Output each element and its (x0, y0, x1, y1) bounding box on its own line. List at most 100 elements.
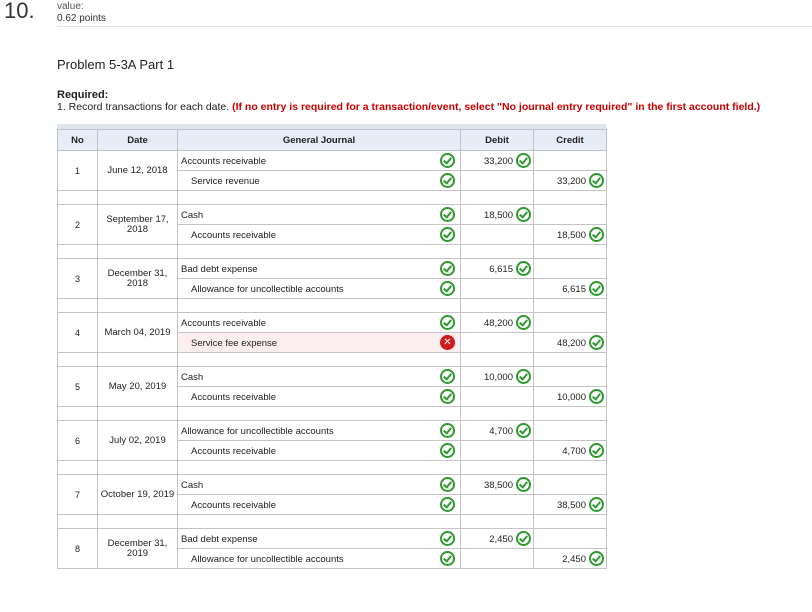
debit-account-cell[interactable]: Accounts receivable (178, 151, 460, 170)
credit-account-cell[interactable]: Accounts receivable (178, 495, 460, 514)
credit-amount-field[interactable]: 10,000 (533, 386, 607, 407)
entry-number: 1 (57, 150, 98, 191)
debit-amount-field[interactable]: 10,000 (460, 366, 534, 387)
debit-amount-field[interactable]: 33,200 (460, 150, 534, 171)
credit-account-cell[interactable]: Accounts receivable (178, 441, 460, 460)
debit-amount-field[interactable]: 6,615 (460, 258, 534, 279)
debit-amount-field-empty[interactable] (460, 494, 534, 515)
credit-amount-field-empty[interactable] (533, 150, 607, 171)
debit-account-field[interactable]: Allowance for uncollectible accounts (177, 420, 461, 441)
credit-amount-cell[interactable]: 4,700 (534, 441, 606, 460)
credit-amount-field-empty[interactable] (533, 258, 607, 279)
debit-account-cell[interactable]: Bad debt expense (178, 259, 460, 278)
credit-amount-cell[interactable]: 48,200 (534, 333, 606, 352)
credit-account-cell[interactable]: Accounts receivable (178, 387, 460, 406)
credit-amount-field-empty[interactable] (533, 474, 607, 495)
credit-amount-field[interactable]: 48,200 (533, 332, 607, 353)
credit-amount-cell[interactable]: 2,450 (534, 549, 606, 568)
spacer-cell (57, 460, 98, 475)
credit-amount-field[interactable]: 4,700 (533, 440, 607, 461)
credit-amount-field[interactable]: 33,200 (533, 170, 607, 191)
debit-amount-field-empty[interactable] (460, 278, 534, 299)
credit-amount-field-empty[interactable] (533, 420, 607, 441)
check-circle-icon (589, 551, 604, 566)
credit-amount-field-empty[interactable] (533, 366, 607, 387)
debit-account-field[interactable]: Bad debt expense (177, 258, 461, 279)
debit-account-field[interactable]: Cash (177, 474, 461, 495)
credit-amount-value: 33,200 (556, 176, 586, 187)
credit-amount-value: 4,700 (562, 446, 586, 457)
entry-spacer (57, 460, 607, 475)
debit-amount-field-empty[interactable] (460, 170, 534, 191)
credit-amount-field[interactable]: 6,615 (533, 278, 607, 299)
debit-account-cell[interactable]: Cash (178, 367, 460, 386)
debit-amount-cell[interactable]: 18,500 (461, 205, 533, 224)
debit-amount-field[interactable]: 4,700 (460, 420, 534, 441)
credit-account-field[interactable]: Accounts receivable (177, 494, 461, 515)
debit-amount-field-empty[interactable] (460, 440, 534, 461)
credit-account-field[interactable]: Allowance for uncollectible accounts (177, 548, 461, 569)
credit-account-cell[interactable]: Service revenue (178, 171, 460, 190)
debit-amount-field-empty[interactable] (460, 224, 534, 245)
debit-account-cell[interactable]: Cash (178, 475, 460, 494)
debit-account-field[interactable]: Accounts receivable (177, 312, 461, 333)
debit-account-cell[interactable]: Cash (178, 205, 460, 224)
credit-amount-cell[interactable]: 33,200 (534, 171, 606, 190)
credit-account-field[interactable]: Service fee expense ✕ (177, 332, 461, 353)
debit-amount-cell[interactable]: 2,450 (461, 529, 533, 548)
entry-date: September 17, 2018 (97, 204, 178, 245)
debit-account-field[interactable]: Bad debt expense (177, 528, 461, 549)
debit-amount-field[interactable]: 2,450 (460, 528, 534, 549)
debit-account-field[interactable]: Accounts receivable (177, 150, 461, 171)
credit-amount-cell[interactable]: 6,615 (534, 279, 606, 298)
debit-amount-field-empty[interactable] (460, 386, 534, 407)
credit-account-field[interactable]: Allowance for uncollectible accounts (177, 278, 461, 299)
debit-amount-field-empty[interactable] (460, 548, 534, 569)
check-circle-icon (440, 551, 455, 566)
entry-spacer (57, 244, 607, 259)
debit-amount-cell[interactable]: 33,200 (461, 151, 533, 170)
debit-account-cell[interactable]: Allowance for uncollectible accounts (178, 421, 460, 440)
debit-account-name: Accounts receivable (181, 156, 267, 167)
debit-account-field[interactable]: Cash (177, 366, 461, 387)
credit-amount-field[interactable]: 2,450 (533, 548, 607, 569)
credit-amount-cell[interactable]: 10,000 (534, 387, 606, 406)
credit-amount-value: 10,000 (556, 392, 586, 403)
debit-amount-cell[interactable]: 48,200 (461, 313, 533, 332)
credit-account-field[interactable]: Accounts receivable (177, 386, 461, 407)
credit-account-field[interactable]: Accounts receivable (177, 224, 461, 245)
credit-amount-field[interactable]: 38,500 (533, 494, 607, 515)
credit-amount-cell[interactable]: 18,500 (534, 225, 606, 244)
credit-account-field[interactable]: Accounts receivable (177, 440, 461, 461)
entry-number: 8 (57, 528, 98, 569)
credit-amount-field[interactable]: 18,500 (533, 224, 607, 245)
spacer-cell (460, 352, 534, 367)
credit-amount-cell[interactable]: 38,500 (534, 495, 606, 514)
credit-account-field[interactable]: Service revenue (177, 170, 461, 191)
credit-account-cell[interactable]: Allowance for uncollectible accounts (178, 549, 460, 568)
debit-account-field[interactable]: Cash (177, 204, 461, 225)
debit-amount-field[interactable]: 38,500 (460, 474, 534, 495)
debit-amount-cell[interactable]: 4,700 (461, 421, 533, 440)
debit-amount-cell[interactable]: 10,000 (461, 367, 533, 386)
x-circle-icon: ✕ (440, 335, 455, 350)
credit-account-cell[interactable]: Service fee expense ✕ (178, 333, 460, 352)
points-value: 0.62 points (57, 13, 106, 24)
debit-amount-field[interactable]: 48,200 (460, 312, 534, 333)
debit-account-cell[interactable]: Bad debt expense (178, 529, 460, 548)
debit-amount-cell[interactable]: 38,500 (461, 475, 533, 494)
credit-account-cell[interactable]: Allowance for uncollectible accounts (178, 279, 460, 298)
credit-amount-field-empty[interactable] (533, 528, 607, 549)
entry-spacer (57, 190, 607, 205)
credit-amount-value: 2,450 (562, 554, 586, 565)
debit-amount-field-empty[interactable] (460, 332, 534, 353)
debit-amount-field[interactable]: 18,500 (460, 204, 534, 225)
credit-amount-field-empty[interactable] (533, 312, 607, 333)
debit-account-cell[interactable]: Accounts receivable (178, 313, 460, 332)
debit-amount-cell[interactable]: 6,615 (461, 259, 533, 278)
entry-date: December 31, 2019 (97, 528, 178, 569)
credit-amount-field-empty[interactable] (533, 204, 607, 225)
credit-account-cell[interactable]: Accounts receivable (178, 225, 460, 244)
check-circle-icon (440, 261, 455, 276)
spacer-cell (177, 190, 461, 205)
